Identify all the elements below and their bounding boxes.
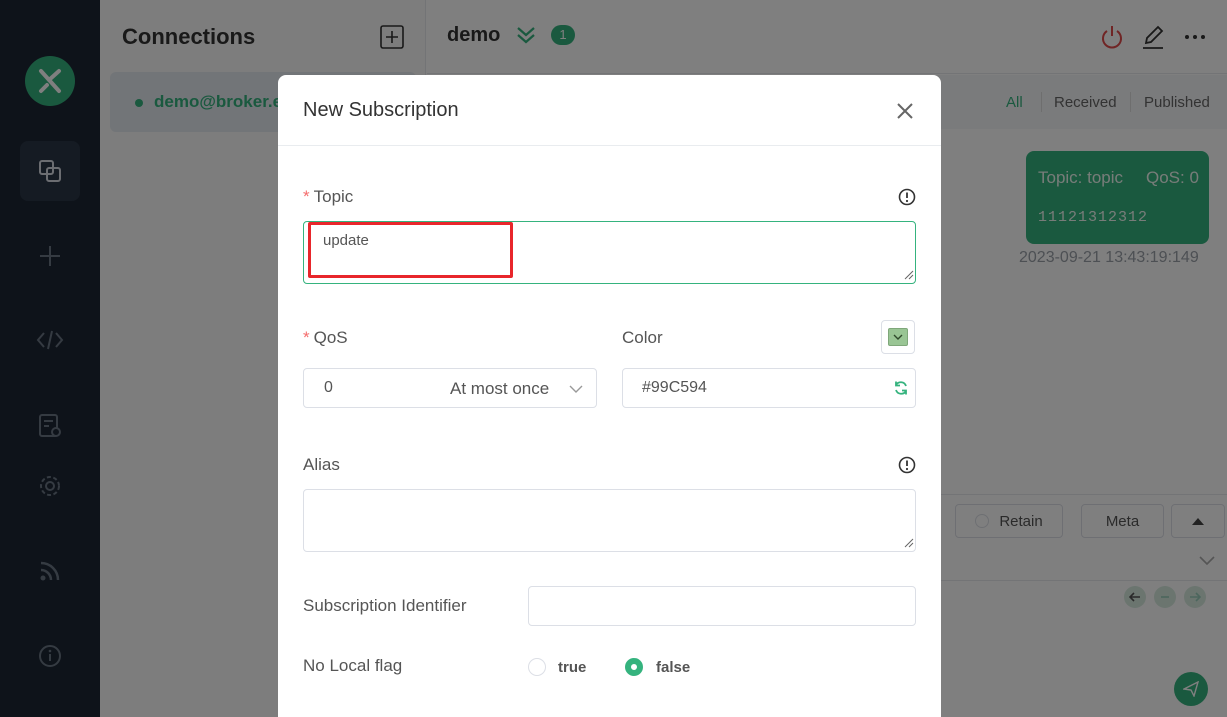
no-local-false-label[interactable]: false (656, 659, 690, 676)
color-value: #99C594 (642, 379, 707, 396)
no-local-flag-label: No Local flag (303, 656, 403, 675)
info-icon[interactable] (898, 188, 916, 206)
qos-value: 0 (324, 379, 333, 396)
chevron-down-icon (893, 334, 903, 340)
alias-label: Alias (303, 455, 340, 474)
no-local-false-radio[interactable] (625, 658, 643, 676)
dialog-header: New Subscription (278, 75, 941, 146)
color-input[interactable]: #99C594 (622, 368, 916, 408)
no-local-true-radio[interactable] (528, 658, 546, 676)
chevron-down-icon (569, 385, 583, 393)
info-icon[interactable] (898, 456, 916, 474)
new-subscription-dialog: New Subscription * Topic update * QoS 0 At… (278, 75, 941, 717)
close-icon[interactable] (895, 101, 915, 121)
highlight-box (308, 222, 513, 278)
resize-grip-icon[interactable] (904, 538, 914, 548)
qos-select[interactable]: 0 At most once (303, 368, 597, 408)
resize-grip-icon[interactable] (904, 270, 914, 280)
refresh-icon[interactable] (893, 380, 909, 396)
color-swatch (888, 328, 908, 346)
color-picker-button[interactable] (881, 320, 915, 354)
qos-description: At most once (450, 379, 550, 398)
topic-label: * Topic (303, 187, 354, 206)
subscription-identifier-label: Subscription Identifier (303, 596, 467, 615)
no-local-true-label[interactable]: true (558, 659, 586, 676)
dialog-title: New Subscription (303, 99, 459, 121)
qos-label: * QoS (303, 328, 348, 347)
required-marker: * (303, 328, 310, 347)
subscription-identifier-input[interactable] (528, 586, 916, 626)
alias-input[interactable] (303, 489, 916, 552)
color-label: Color (622, 328, 663, 347)
required-marker: * (303, 187, 310, 206)
